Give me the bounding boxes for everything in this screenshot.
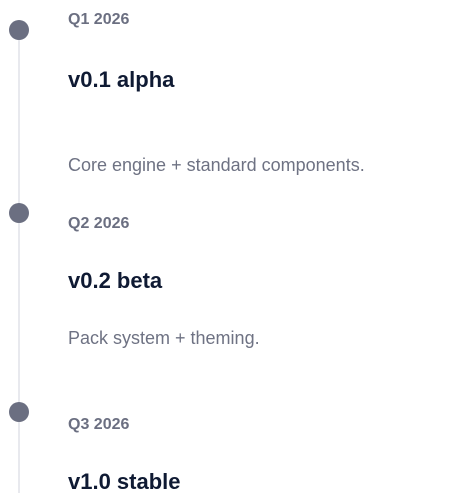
- milestone-dot-icon: [9, 203, 29, 223]
- milestone-description: Pack system + theming.: [68, 328, 260, 348]
- milestone-dot-icon: [9, 20, 29, 40]
- milestone-version: v0.1 alpha: [68, 67, 175, 92]
- timeline-rail: [18, 30, 20, 493]
- milestone-dot-icon: [9, 402, 29, 422]
- roadmap-timeline: Q1 2026 v0.1 alpha Core engine + standar…: [0, 0, 460, 493]
- milestone-version: v0.2 beta: [68, 268, 163, 293]
- milestone-version: v1.0 stable: [68, 469, 181, 493]
- milestone-quarter: Q2 2026: [68, 215, 130, 232]
- milestone-quarter: Q1 2026: [68, 11, 130, 28]
- milestone-quarter: Q3 2026: [68, 416, 130, 433]
- milestone-description: Core engine + standard components.: [68, 155, 365, 175]
